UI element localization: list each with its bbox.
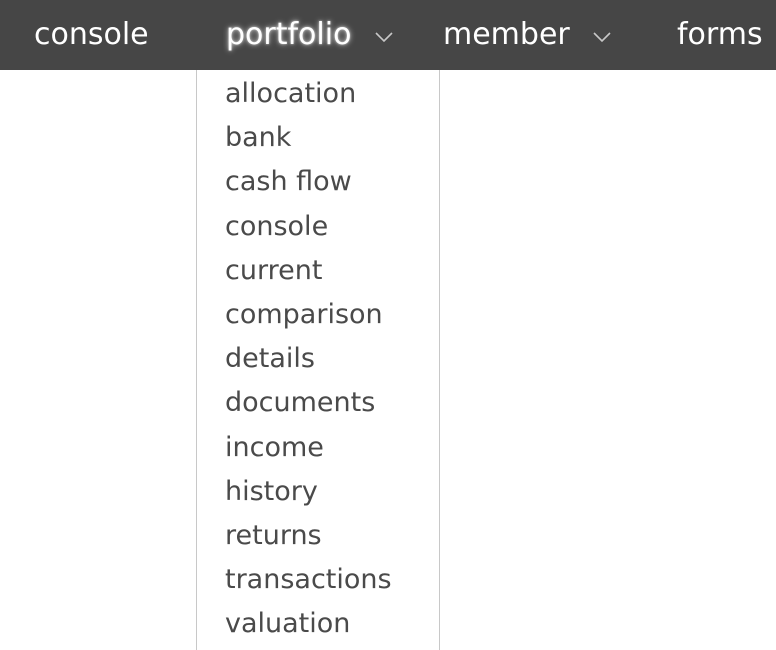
dropdown-list: allocation bank cash flow console curren… [225, 72, 392, 646]
menu-item-cash-flow[interactable]: cash flow [225, 160, 392, 204]
portfolio-dropdown-menu: allocation bank cash flow console curren… [196, 70, 440, 650]
nav-item-label: console [34, 17, 149, 52]
menu-item-transactions[interactable]: transactions [225, 558, 392, 602]
menu-item-details[interactable]: details [225, 337, 392, 381]
menu-item-history[interactable]: history [225, 470, 392, 514]
nav-item-console[interactable]: console [34, 0, 149, 70]
menu-item-valuation[interactable]: valuation [225, 602, 392, 646]
menu-item-current[interactable]: current [225, 249, 392, 293]
top-navbar: console portfolio member forms [0, 0, 776, 70]
chevron-down-icon [593, 0, 611, 69]
nav-item-label: forms [677, 17, 763, 52]
nav-item-member[interactable]: member [443, 0, 611, 70]
chevron-down-icon [375, 0, 393, 69]
menu-item-allocation[interactable]: allocation [225, 72, 392, 116]
menu-item-bank[interactable]: bank [225, 116, 392, 160]
nav-item-portfolio[interactable]: portfolio [226, 0, 393, 70]
menu-item-comparison[interactable]: comparison [225, 293, 392, 337]
menu-item-console[interactable]: console [225, 205, 392, 249]
nav-item-forms[interactable]: forms [677, 0, 763, 70]
menu-item-documents[interactable]: documents [225, 381, 392, 425]
menu-item-returns[interactable]: returns [225, 514, 392, 558]
nav-item-label: portfolio [226, 17, 352, 52]
nav-item-label: member [443, 17, 570, 52]
menu-item-income[interactable]: income [225, 426, 392, 470]
